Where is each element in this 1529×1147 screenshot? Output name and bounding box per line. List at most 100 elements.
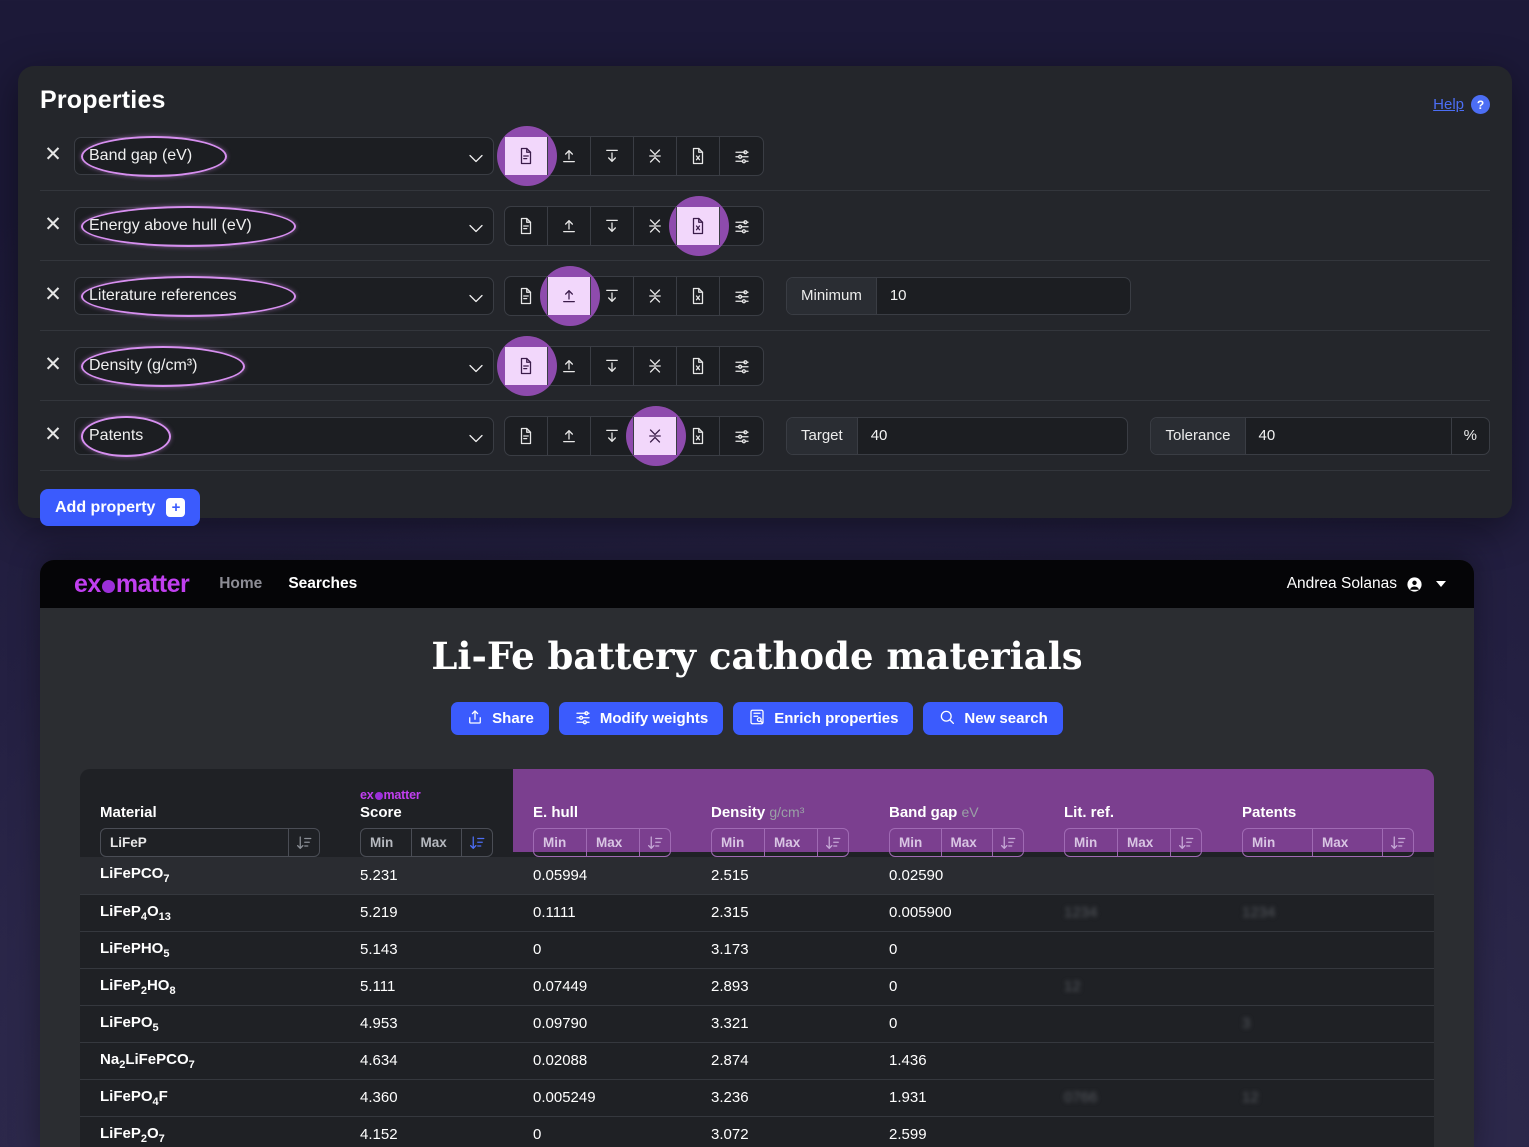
modify-weights-button[interactable]: Modify weights xyxy=(559,702,723,735)
filter-input-density-1[interactable]: Max xyxy=(765,829,818,856)
cell-density: 3.072 xyxy=(691,1116,869,1147)
filter-input-bandgap-0[interactable]: Min xyxy=(890,829,942,856)
sliders-icon-button[interactable] xyxy=(720,137,763,175)
arrow-down-to-line-icon-button[interactable] xyxy=(591,347,634,385)
cell-score: 5.219 xyxy=(340,894,513,931)
arrow-up-to-line-icon-button[interactable] xyxy=(548,277,591,315)
cell-bandgap: 0 xyxy=(869,1005,1044,1042)
arrow-down-to-line-icon-button[interactable] xyxy=(591,417,634,455)
field-value[interactable]: 10 xyxy=(877,278,920,314)
sort-litref-button[interactable] xyxy=(1171,829,1201,856)
table-row[interactable]: LiFePHO5 5.143 0 3.173 0 xyxy=(80,931,1434,968)
nav-link-searches[interactable]: Searches xyxy=(288,575,357,593)
document-exclude-icon-button[interactable] xyxy=(677,277,720,315)
target-value-icon-button[interactable] xyxy=(634,417,677,455)
filter-input-score-0[interactable]: Min xyxy=(361,829,412,856)
cell-material: Na2LiFePCO7 xyxy=(80,1042,340,1079)
help-link[interactable]: Help ? xyxy=(1433,95,1490,114)
nav-links: Home Searches xyxy=(219,575,357,593)
table-row[interactable]: LiFePO4F 4.360 0.005249 3.236 1.931 0766… xyxy=(80,1079,1434,1116)
property-select[interactable]: Literature references xyxy=(74,277,494,315)
cell-patents: 3 xyxy=(1222,1005,1434,1042)
sliders-icon-button[interactable] xyxy=(720,277,763,315)
remove-property-button[interactable]: ✕ xyxy=(40,353,66,379)
sort-material-button[interactable] xyxy=(289,829,319,856)
remove-property-button[interactable]: ✕ xyxy=(40,143,66,169)
user-menu[interactable]: Andrea Solanas xyxy=(1287,575,1446,593)
remove-property-button[interactable]: ✕ xyxy=(40,213,66,239)
document-icon-button[interactable] xyxy=(505,207,548,245)
property-select[interactable]: Band gap (eV) xyxy=(74,137,494,175)
share-button[interactable]: Share xyxy=(451,702,549,735)
exomatter-logo[interactable]: ex matter xyxy=(74,570,189,599)
property-row: ✕ Patents Target 40 Tolerance 40 % xyxy=(40,401,1490,471)
logo-text-post: matter xyxy=(116,570,189,599)
document-exclude-icon-button[interactable] xyxy=(677,417,720,455)
field-value[interactable]: 40 xyxy=(1246,418,1289,454)
sort-ehull-button[interactable] xyxy=(640,829,670,856)
page-title: Properties xyxy=(40,86,166,115)
filter-input-score-1[interactable]: Max xyxy=(412,829,463,856)
document-icon-button[interactable] xyxy=(505,347,548,385)
document-icon-button[interactable] xyxy=(505,417,548,455)
property-mode-group xyxy=(504,276,764,316)
arrow-up-to-line-icon-button[interactable] xyxy=(548,347,591,385)
field-value[interactable]: 40 xyxy=(858,418,901,454)
filter-input-material-0[interactable]: LiFeP xyxy=(101,829,289,856)
target-value-icon-button[interactable] xyxy=(634,137,677,175)
arrow-up-to-line-icon-button[interactable] xyxy=(548,137,591,175)
arrow-down-to-line-icon-button[interactable] xyxy=(591,207,634,245)
property-select[interactable]: Density (g/cm³) xyxy=(74,347,494,385)
target-value-icon-button[interactable] xyxy=(634,277,677,315)
action-label: New search xyxy=(964,710,1047,727)
filter-input-patents-1[interactable]: Max xyxy=(1313,829,1383,856)
document-exclude-icon-button[interactable] xyxy=(677,137,720,175)
property-select[interactable]: Energy above hull (eV) xyxy=(74,207,494,245)
cell-score: 4.360 xyxy=(340,1079,513,1116)
arrow-down-to-line-icon-button[interactable] xyxy=(591,277,634,315)
sort-density-button[interactable] xyxy=(818,829,848,856)
target-value-icon-button[interactable] xyxy=(634,347,677,385)
sort-bandgap-button[interactable] xyxy=(993,829,1023,856)
property-select-value: Density (g/cm³) xyxy=(89,357,197,375)
document-exclude-icon-button[interactable] xyxy=(677,207,720,245)
target-value-icon-button[interactable] xyxy=(634,207,677,245)
arrow-down-to-line-icon-button[interactable] xyxy=(591,137,634,175)
filter-input-ehull-1[interactable]: Max xyxy=(587,829,640,856)
sliders-icon-button[interactable] xyxy=(720,417,763,455)
cell-patents xyxy=(1222,1116,1434,1147)
enrich-properties-button[interactable]: Enrich properties xyxy=(733,702,913,735)
cell-litref xyxy=(1044,1005,1222,1042)
table-row[interactable]: LiFeP2O7 4.152 0 3.072 2.599 xyxy=(80,1116,1434,1147)
app-window: ex matter Home Searches Andrea Solanas Li… xyxy=(40,560,1474,1147)
arrow-up-to-line-icon-button[interactable] xyxy=(548,207,591,245)
document-icon-button[interactable] xyxy=(505,277,548,315)
logo-dot-icon xyxy=(102,580,115,593)
remove-property-button[interactable]: ✕ xyxy=(40,423,66,449)
table-row[interactable]: Na2LiFePCO7 4.634 0.02088 2.874 1.436 xyxy=(80,1042,1434,1079)
sort-patents-button[interactable] xyxy=(1383,829,1413,856)
new-search-button[interactable]: New search xyxy=(923,702,1062,735)
table-row[interactable]: LiFePO5 4.953 0.09790 3.321 0 3 xyxy=(80,1005,1434,1042)
property-select[interactable]: Patents xyxy=(74,417,494,455)
sort-score-button[interactable] xyxy=(462,829,492,856)
sliders-icon-button[interactable] xyxy=(720,207,763,245)
table-row[interactable]: LiFeP4O13 5.219 0.1111 2.315 0.005900 12… xyxy=(80,894,1434,931)
filter-input-density-0[interactable]: Min xyxy=(712,829,765,856)
sliders-icon-button[interactable] xyxy=(720,347,763,385)
nav-link-home[interactable]: Home xyxy=(219,575,262,593)
table-row[interactable]: LiFeP2HO8 5.111 0.07449 2.893 0 12 xyxy=(80,968,1434,1005)
filter-input-patents-0[interactable]: Min xyxy=(1243,829,1313,856)
filter-input-litref-0[interactable]: Min xyxy=(1065,829,1118,856)
arrow-up-to-line-icon-button[interactable] xyxy=(548,417,591,455)
table-row[interactable]: LiFePCO7 5.231 0.05994 2.515 0.02590 xyxy=(80,857,1434,894)
column-header-bandgap: Band gap eV Min Max xyxy=(869,787,1044,857)
add-property-button[interactable]: Add property + xyxy=(40,489,200,526)
cell-ehull: 0.1111 xyxy=(513,894,691,931)
remove-property-button[interactable]: ✕ xyxy=(40,283,66,309)
document-icon-button[interactable] xyxy=(505,137,548,175)
filter-input-bandgap-1[interactable]: Max xyxy=(942,829,994,856)
filter-input-litref-1[interactable]: Max xyxy=(1118,829,1171,856)
filter-input-ehull-0[interactable]: Min xyxy=(534,829,587,856)
document-exclude-icon-button[interactable] xyxy=(677,347,720,385)
